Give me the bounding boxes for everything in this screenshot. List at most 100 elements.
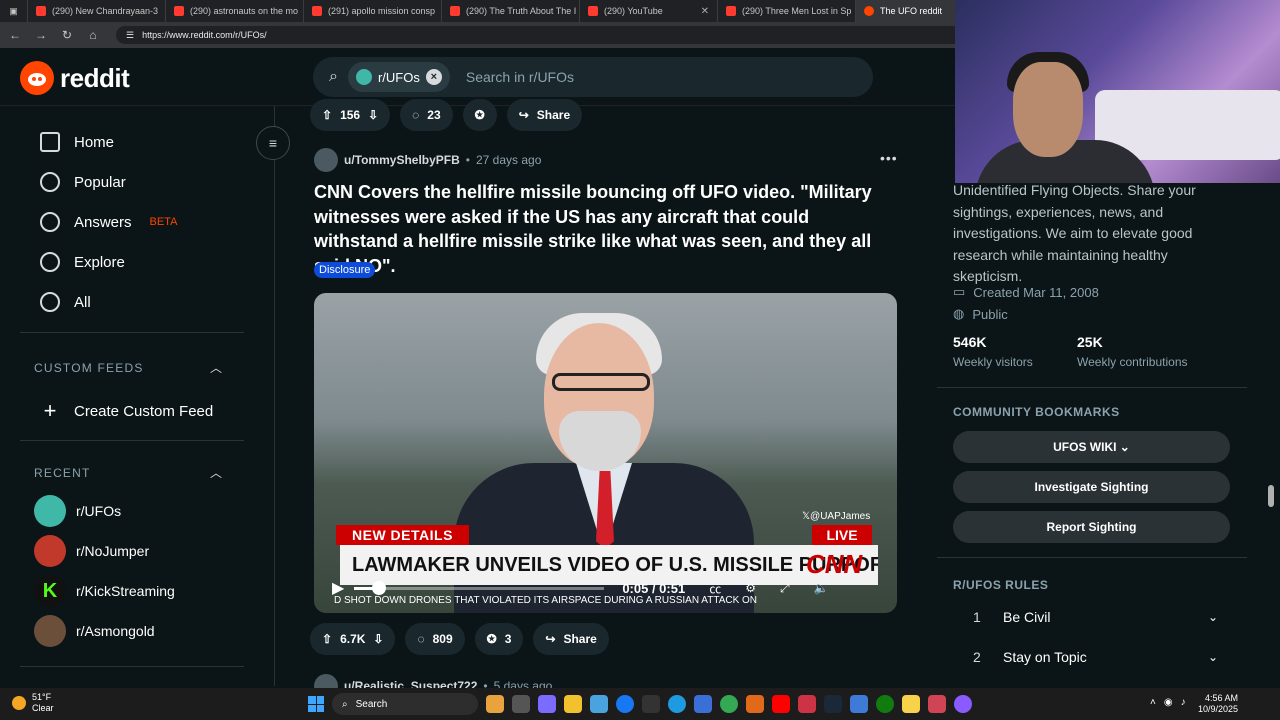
play-icon[interactable]: ▶ [332, 578, 344, 598]
post-author[interactable]: u/TommyShelbyPFB [344, 153, 460, 167]
post-title[interactable]: CNN Covers the hellfire missile bouncing… [314, 180, 894, 278]
edge-icon[interactable] [668, 695, 686, 713]
app-icon[interactable] [850, 695, 868, 713]
back-icon[interactable]: ← [8, 28, 22, 42]
app-icon[interactable] [486, 695, 504, 713]
tab-actions-icon[interactable]: ▣ [0, 0, 28, 22]
explore-icon [40, 252, 60, 272]
upvote-icon[interactable]: ⇧ [322, 108, 332, 122]
sidebar-item-popular[interactable]: Popular [40, 172, 126, 192]
bookmark-report-sighting[interactable]: Report Sighting [953, 511, 1230, 543]
calculator-icon[interactable] [694, 695, 712, 713]
sidebar-item-answers[interactable]: Answers BETA [40, 212, 177, 232]
url-field[interactable]: ☰ https://www.reddit.com/r/UFOs/ [116, 26, 1016, 44]
share-button[interactable]: ↪ Share [533, 623, 609, 655]
captions-icon[interactable]: ㏄ [709, 580, 721, 597]
create-custom-feed-button[interactable]: + Create Custom Feed [40, 398, 214, 424]
browser-tab[interactable]: (290) YouTube ✕ [580, 0, 718, 22]
file-explorer-icon[interactable] [564, 695, 582, 713]
more-options-icon[interactable]: ••• [880, 150, 898, 166]
reddit-logo[interactable]: reddit [20, 61, 130, 95]
chevron-down-icon[interactable]: ⌄ [1208, 610, 1218, 624]
browser-tab-active[interactable]: The UFO reddit [856, 0, 956, 22]
app-icon[interactable] [746, 695, 764, 713]
fullscreen-icon[interactable]: ⤢ [780, 581, 790, 596]
rule-item[interactable]: 2 Stay on Topic ⌄ [973, 649, 1218, 665]
obs-icon[interactable] [954, 695, 972, 713]
visibility: ◍ Public [953, 306, 1008, 322]
comments-button[interactable]: ◌ 809 [405, 623, 465, 655]
task-view-icon[interactable] [512, 695, 530, 713]
home-browser-icon[interactable]: ⌂ [86, 28, 100, 42]
sidebar-item-all[interactable]: All [40, 292, 91, 312]
scrollbar[interactable] [1268, 485, 1274, 507]
share-button[interactable]: ↪ Share [506, 99, 583, 131]
chevron-up-icon[interactable]: ︿ [210, 359, 222, 376]
recent-item-asmongold[interactable]: r/Asmongold [34, 615, 155, 647]
award-button[interactable]: ✪ [462, 99, 497, 131]
downvote-icon[interactable]: ⇩ [368, 108, 378, 122]
steam-icon[interactable] [824, 695, 842, 713]
app-icon[interactable] [798, 695, 816, 713]
reload-icon[interactable]: ↻ [60, 28, 74, 42]
user-avatar[interactable] [314, 148, 338, 172]
browser-tab[interactable]: (290) astronauts on the mo✕ [166, 0, 304, 22]
chevron-up-icon[interactable]: ︿ [210, 464, 222, 481]
forward-icon[interactable]: → [34, 28, 48, 42]
video-player[interactable]: 𝕏@UAPJames NEW DETAILS LIVE LAWMAKER UNV… [314, 293, 897, 613]
award-button[interactable]: ✪ 3 [474, 623, 524, 655]
site-info-icon[interactable]: ☰ [126, 30, 134, 41]
youtube-icon[interactable] [772, 695, 790, 713]
volume-icon[interactable]: 🔈 [814, 581, 829, 595]
youtube-icon [174, 6, 184, 16]
collapse-sidebar-button[interactable]: ≡ [256, 126, 290, 160]
start-button[interactable] [308, 696, 324, 712]
upvote-icon[interactable]: ⇧ [322, 632, 332, 646]
beta-badge: BETA [149, 216, 178, 228]
divider [20, 332, 244, 333]
custom-feeds-header[interactable]: CUSTOM FEEDS [34, 361, 144, 375]
search-bar[interactable]: ⌕ r/UFOs × Search in r/UFOs [313, 57, 873, 97]
recent-header[interactable]: RECENT [34, 466, 91, 480]
bookmark-ufos-wiki[interactable]: UFOS WIKI ⌄ [953, 431, 1230, 463]
app-icon[interactable] [590, 695, 608, 713]
app-icon[interactable] [902, 695, 920, 713]
weekly-contributions-count: 25K [1077, 334, 1103, 350]
video-scrubber-handle[interactable] [372, 580, 387, 595]
downvote-icon[interactable]: ⇩ [373, 632, 383, 646]
chrome-icon[interactable] [720, 695, 738, 713]
recent-item-kickstreaming[interactable]: Kr/KickStreaming [34, 575, 175, 607]
app-icon[interactable] [928, 695, 946, 713]
bookmark-investigate-sighting[interactable]: Investigate Sighting [953, 471, 1230, 503]
search-input[interactable]: Search in r/UFOs [466, 69, 574, 85]
post-flair[interactable]: Disclosure [314, 262, 376, 278]
browser-tab[interactable]: (290) The Truth About The I✕ [442, 0, 580, 22]
home-icon [40, 132, 60, 152]
chevron-down-icon[interactable]: ⌄ [1208, 650, 1218, 664]
taskbar-clock[interactable]: 4:56 AM 10/9/2025 [1198, 693, 1238, 715]
recent-item-ufos[interactable]: r/UFOs [34, 495, 121, 527]
video-progress-bar[interactable] [354, 580, 605, 595]
avatar [34, 495, 66, 527]
weather-widget[interactable]: 51°F Clear [12, 692, 54, 714]
comments-button[interactable]: ◌ 23 [400, 99, 453, 131]
browser-tab[interactable]: (290) Three Men Lost in Sp✕ [718, 0, 856, 22]
browser-tab[interactable]: (290) New Chandrayaan-3 ✕ [28, 0, 166, 22]
recent-item-nojumper[interactable]: r/NoJumper [34, 535, 149, 567]
taskbar-search[interactable]: ⌕ Search [332, 693, 478, 715]
post-actions: ⇧ 6.7K ⇩ ◌ 809 ✪ 3 ↪ Share [310, 623, 609, 655]
wifi-icon[interactable]: ◉ [1164, 697, 1173, 708]
app-icon[interactable] [538, 695, 556, 713]
amazon-icon[interactable] [642, 695, 660, 713]
sidebar-item-home[interactable]: Home [40, 132, 114, 152]
settings-gear-icon[interactable]: ⚙ [745, 581, 756, 595]
xbox-icon[interactable] [876, 695, 894, 713]
facebook-icon[interactable] [616, 695, 634, 713]
sidebar-item-explore[interactable]: Explore [40, 252, 125, 272]
volume-icon[interactable]: ♪ [1181, 697, 1186, 708]
clear-chip-icon[interactable]: × [425, 69, 442, 85]
rule-item[interactable]: 1 Be Civil ⌄ [973, 609, 1218, 625]
close-tab-icon[interactable]: ✕ [701, 6, 709, 17]
chevron-up-icon[interactable]: ˄ [1150, 697, 1156, 708]
browser-tab[interactable]: (291) apollo mission consp✕ [304, 0, 442, 22]
